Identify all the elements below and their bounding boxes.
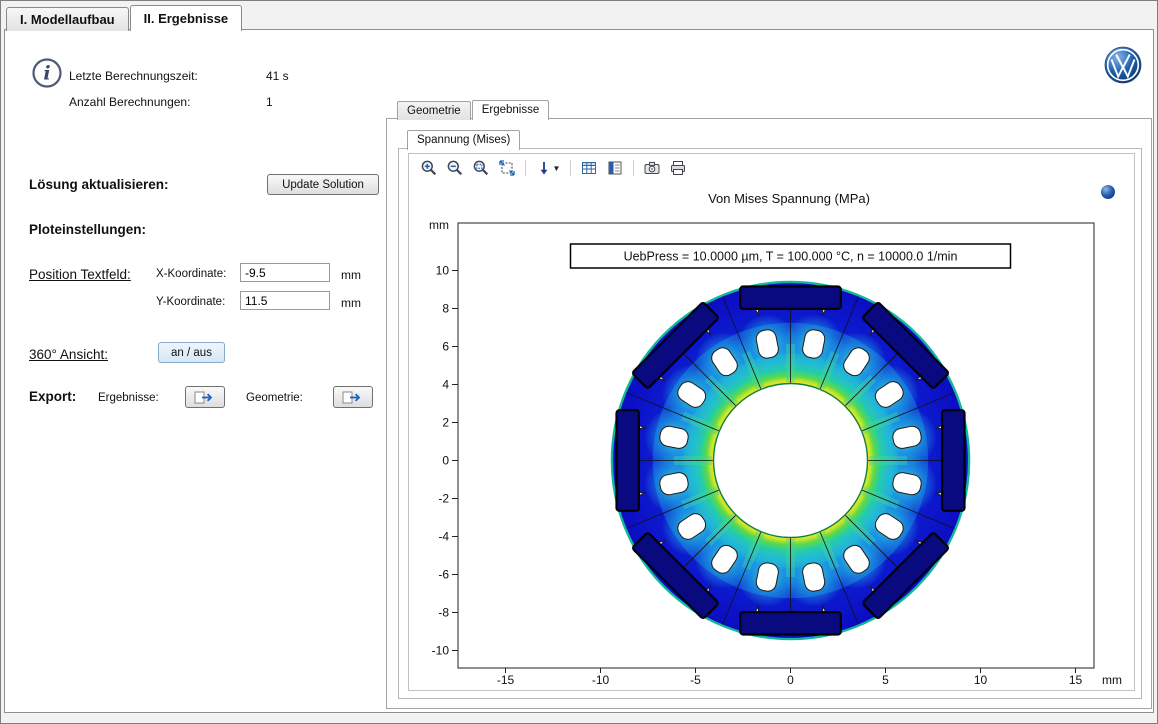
export-geometry-button[interactable]: [333, 386, 373, 408]
zoom-in-icon: [420, 159, 438, 177]
export-results-button[interactable]: [185, 386, 225, 408]
x-tick-label: -5: [690, 673, 701, 687]
y-tick-label: -2: [438, 492, 449, 506]
zoom-box-icon: [472, 159, 490, 177]
export-arrow-icon: [342, 390, 364, 405]
zoom-extents-icon: [498, 159, 516, 177]
export-results-label: Ergebnisse:: [98, 392, 159, 404]
legend-icon: [606, 159, 624, 177]
info-icon: i: [31, 57, 63, 89]
tab-ergebnisse-inner[interactable]: Ergebnisse: [472, 100, 550, 120]
tab-ergebnisse[interactable]: II. Ergebnisse: [130, 5, 243, 31]
snapshot-button[interactable]: [641, 158, 663, 178]
toolbar-separator: [525, 160, 526, 176]
export-geometry-label: Geometrie:: [246, 392, 303, 404]
plot-toolbar: ▼: [418, 157, 689, 179]
y-tick-label: -4: [438, 530, 449, 544]
position-textfield-heading: Position Textfeld:: [29, 267, 131, 282]
x-coordinate-label: X-Koordinate:: [156, 268, 226, 280]
print-button[interactable]: [667, 158, 689, 178]
main-tab-bar: I. Modellaufbau II. Ergebnisse: [6, 5, 243, 31]
plot-title: Von Mises Spannung (MPa): [434, 191, 1144, 206]
y-tick-label: 4: [442, 378, 449, 392]
x-tick-label: -15: [497, 673, 515, 687]
tab-geometrie[interactable]: Geometrie: [397, 101, 471, 120]
x-tick-label: 10: [974, 673, 988, 687]
y-tick-label: 0: [442, 454, 449, 468]
x-tick-label: -10: [592, 673, 610, 687]
printer-icon: [669, 159, 687, 177]
stat-label-last-computation: Letzte Berechnungszeit:: [69, 69, 198, 83]
x-unit-label: mm: [341, 268, 361, 282]
vw-logo: [1104, 46, 1142, 84]
svg-text:i: i: [43, 63, 50, 85]
toolbar-separator: [570, 160, 571, 176]
zoom-box-button[interactable]: [470, 158, 492, 178]
stat-value-computation-count: 1: [266, 95, 273, 109]
x-axis-unit: mm: [1102, 673, 1122, 687]
y-coordinate-input[interactable]: [240, 291, 330, 310]
y-axis-unit: mm: [429, 218, 449, 232]
plot-annotation: UebPress = 10.0000 µm, T = 100.000 °C, n…: [571, 244, 1011, 268]
export-heading: Export:: [29, 389, 76, 404]
y-tick-label: 8: [442, 302, 449, 316]
stat-value-last-computation: 41 s: [266, 69, 289, 83]
x-tick-label: 15: [1069, 673, 1083, 687]
rotor-bore: [714, 384, 868, 538]
y-tick-label: -10: [432, 644, 450, 658]
solution-section-label: Lösung aktualisieren:: [29, 177, 169, 192]
view360-label: 360° Ansicht:: [29, 347, 108, 362]
zoom-extents-button[interactable]: [496, 158, 518, 178]
y-tick-label: 10: [436, 264, 450, 278]
toolbar-separator: [633, 160, 634, 176]
x-tick-label: 0: [787, 673, 794, 687]
app-window: I. Modellaufbau II. Ergebnisse i Letzte …: [0, 0, 1158, 724]
tab-modellaufbau[interactable]: I. Modellaufbau: [6, 7, 129, 31]
grid-icon: [580, 159, 598, 177]
legend-button[interactable]: [604, 158, 626, 178]
x-tick-label: 5: [882, 673, 889, 687]
zoom-out-button[interactable]: [444, 158, 466, 178]
zoom-out-icon: [446, 159, 464, 177]
plot-settings-heading: Ploteinstellungen:: [29, 222, 146, 237]
y-coordinate-label: Y-Koordinate:: [156, 296, 225, 308]
tab-spannung-mises[interactable]: Spannung (Mises): [407, 130, 520, 150]
annotation-text: UebPress = 10.0000 µm, T = 100.000 °C, n…: [624, 250, 958, 264]
y-tick-label: -8: [438, 606, 449, 620]
chevron-down-icon: ▼: [553, 164, 561, 173]
export-arrow-icon: [194, 390, 216, 405]
default-view-icon: [536, 159, 552, 177]
view-menu-button[interactable]: ▼: [533, 158, 563, 178]
grid-button[interactable]: [578, 158, 600, 178]
zoom-in-button[interactable]: [418, 158, 440, 178]
camera-icon: [643, 159, 661, 177]
update-solution-button[interactable]: Update Solution: [267, 174, 379, 195]
y-tick-label: -6: [438, 568, 449, 582]
plot-badge-icon[interactable]: [1101, 185, 1115, 199]
x-coordinate-input[interactable]: [240, 263, 330, 282]
rotor-graphic: [612, 282, 969, 639]
view360-toggle-button[interactable]: an / aus: [158, 342, 225, 363]
results-tab-bar: Geometrie Ergebnisse: [397, 100, 550, 120]
y-unit-label: mm: [341, 296, 361, 310]
y-tick-label: 2: [442, 416, 449, 430]
stat-label-computation-count: Anzahl Berechnungen:: [69, 95, 190, 109]
y-tick-label: 6: [442, 340, 449, 354]
plot-tab-bar: Spannung (Mises): [407, 130, 521, 150]
stress-plot-canvas[interactable]: -15 -10 -5 0 5 10 15 mm 10 8 6 4 2 0 -2 …: [413, 213, 1125, 691]
